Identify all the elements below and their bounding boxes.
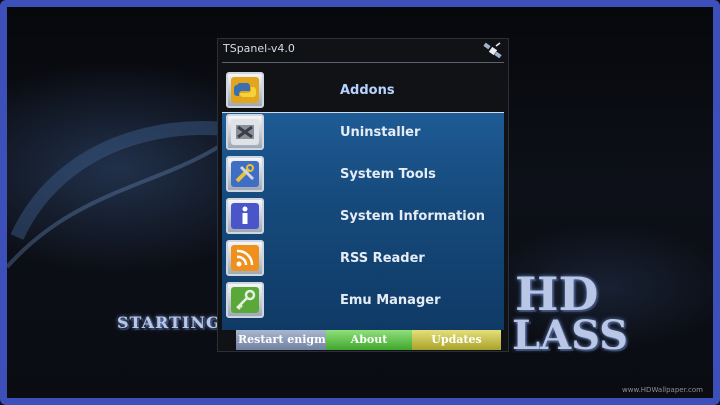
restart-enigma-button[interactable]: Restart enigma (236, 330, 326, 350)
menu-item-label: Addons (340, 83, 395, 98)
menu-item-label: System Tools (340, 167, 436, 182)
menu-item-rss-reader[interactable]: RSS Reader (222, 238, 504, 280)
background-starting-text: STARTING (117, 313, 221, 332)
key-icon (231, 287, 259, 313)
title-bar: TSpanel-v4.0 (218, 39, 508, 63)
python-icon (231, 77, 259, 103)
menu-item-icon-frame (226, 72, 264, 108)
tools-icon (231, 161, 259, 187)
menu-item-label: Emu Manager (340, 293, 441, 308)
tspanel-window: TSpanel-v4.0 Addons Uninstaller System T… (217, 38, 509, 352)
menu-item-system-information[interactable]: System Information (222, 196, 504, 238)
menu-item-system-tools[interactable]: System Tools (222, 154, 504, 196)
color-button-bar: Restart enigma About Updates (236, 330, 501, 350)
background-class-text: LASS (512, 312, 629, 359)
rss-icon (231, 245, 259, 271)
menu-item-icon-frame (226, 156, 264, 192)
satellite-icon (483, 42, 502, 59)
menu-item-icon-frame (226, 240, 264, 276)
menu-item-icon-frame (226, 198, 264, 234)
menu-item-label: Uninstaller (340, 125, 421, 140)
updates-button[interactable]: Updates (412, 330, 501, 350)
watermark: www.HDWallpaper.com (622, 386, 703, 394)
uninstall-box-icon (231, 119, 259, 145)
menu-item-emu-manager[interactable]: Emu Manager (222, 280, 504, 322)
menu-item-uninstaller[interactable]: Uninstaller (222, 112, 504, 154)
title-divider (222, 62, 504, 63)
panel-title: TSpanel-v4.0 (223, 42, 295, 55)
tv-screen: STARTING HD LASS www.HDWallpaper.com TSp… (0, 0, 720, 405)
menu-item-label: System Information (340, 209, 485, 224)
menu-item-icon-frame (226, 114, 264, 150)
menu-item-icon-frame (226, 282, 264, 318)
about-button[interactable]: About (326, 330, 412, 350)
menu-item-label: RSS Reader (340, 251, 425, 266)
info-icon (231, 203, 259, 229)
menu-item-addons[interactable]: Addons (222, 70, 504, 112)
